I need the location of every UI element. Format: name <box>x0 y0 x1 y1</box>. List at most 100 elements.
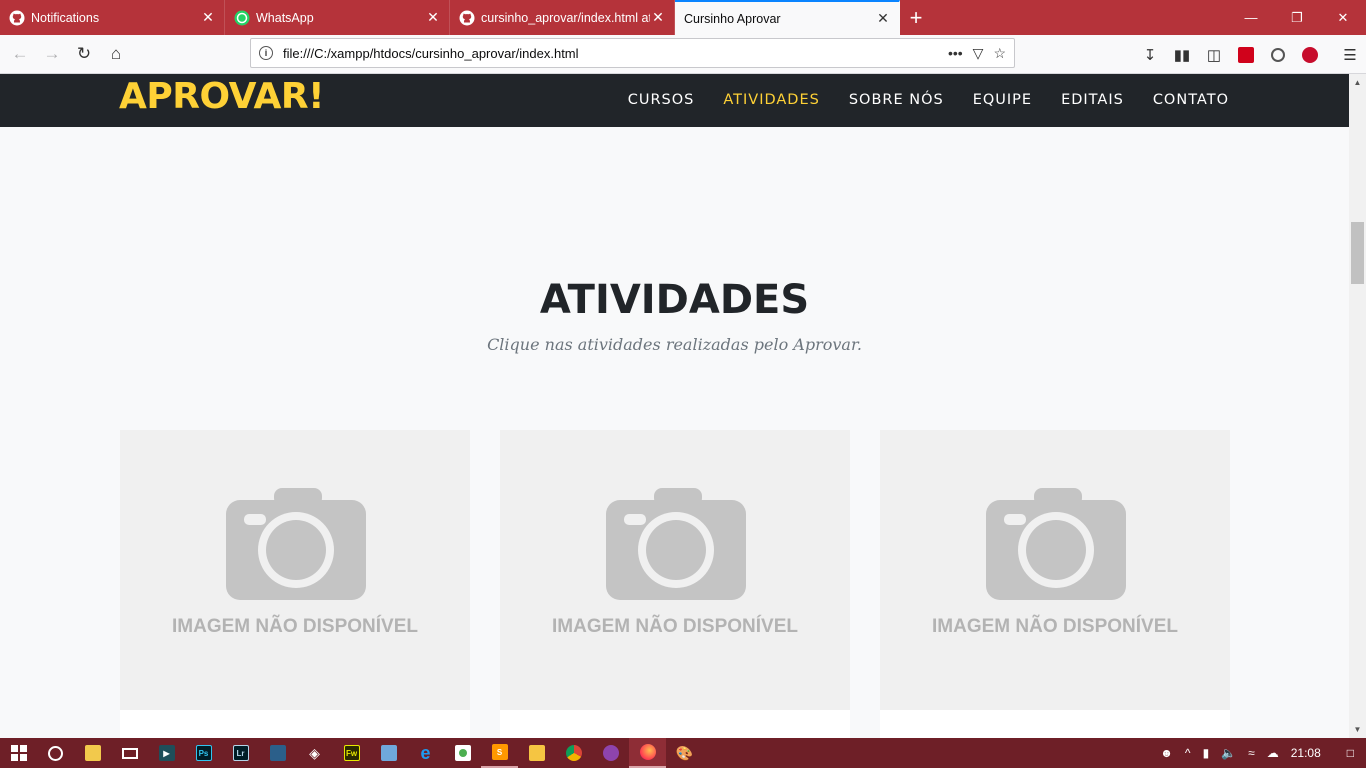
system-tray: ☻ ^ ▮ 🔈 ≈ ☁ 21:08 □ <box>1160 746 1366 760</box>
close-icon[interactable]: ✕ <box>200 9 216 26</box>
image-placeholder[interactable]: IMAGEM NÃO DISPONÍVEL <box>880 430 1230 710</box>
volume-icon[interactable]: 🔈 <box>1221 746 1236 760</box>
people-icon[interactable]: ☻ <box>1160 746 1173 760</box>
activity-card[interactable]: IMAGEM NÃO DISPONÍVEL <box>120 430 470 738</box>
battery-icon[interactable]: ▮ <box>1203 746 1210 760</box>
activity-card[interactable]: IMAGEM NÃO DISPONÍVEL <box>880 430 1230 738</box>
tab-cursinho-aprovar[interactable]: Cursinho Aprovar ✕ <box>675 0 900 35</box>
sublime-text-icon[interactable]: S <box>481 738 518 768</box>
section-title: ATIVIDADES <box>539 277 810 323</box>
windows-taskbar: ▶ Ps Lr ◈ Fw e S 🎨 ☻ ^ ▮ 🔈 ≈ ☁ 21:08 □ <box>0 738 1366 768</box>
menu-item-contato[interactable]: CONTATO <box>1153 92 1229 108</box>
notifications-icon[interactable]: □ <box>1347 746 1354 760</box>
menu-item-equipe[interactable]: EQUIPE <box>973 92 1032 108</box>
wifi-icon[interactable]: ≈ <box>1248 746 1255 760</box>
menu-icon[interactable]: ☰ <box>1334 39 1366 71</box>
camera-icon <box>606 488 746 600</box>
card-caption <box>120 710 470 738</box>
site-brand-logo[interactable]: APROVAR! <box>119 76 325 117</box>
github-icon <box>459 10 475 26</box>
purple-app-icon[interactable] <box>592 738 629 768</box>
bookmark-star-icon[interactable]: ☆ <box>993 45 1006 62</box>
menu-item-sobre-nos[interactable]: SOBRE NÓS <box>849 92 944 108</box>
camera-icon <box>226 488 366 600</box>
pocket-icon[interactable]: ▽ <box>973 45 984 62</box>
lightroom-icon[interactable]: Lr <box>222 738 259 768</box>
design-app-icon[interactable] <box>259 738 296 768</box>
new-tab-button[interactable]: + <box>900 0 932 35</box>
image-unavailable-text: IMAGEM NÃO DISPONÍVEL <box>932 616 1178 637</box>
sidebar-icon[interactable]: ◫ <box>1198 39 1230 71</box>
close-icon[interactable]: ✕ <box>650 9 666 26</box>
page-actions-icon[interactable]: ••• <box>948 45 963 61</box>
activity-card[interactable]: IMAGEM NÃO DISPONÍVEL <box>500 430 850 738</box>
edge-icon[interactable]: e <box>407 738 444 768</box>
unity-icon[interactable]: ◈ <box>296 738 333 768</box>
card-caption <box>500 710 850 738</box>
page-scrollbar[interactable]: ▲ ▼ <box>1349 74 1366 738</box>
tab-github-index[interactable]: cursinho_aprovar/index.html at ✕ <box>450 0 675 35</box>
tab-notifications[interactable]: Notifications ✕ <box>0 0 225 35</box>
section-subtitle: Clique nas atividades realizadas pelo Ap… <box>487 335 862 354</box>
forward-icon[interactable]: → <box>36 38 68 70</box>
download-icon[interactable]: ↧ <box>1134 39 1166 71</box>
image-placeholder[interactable]: IMAGEM NÃO DISPONÍVEL <box>120 430 470 710</box>
firefox-icon[interactable] <box>629 738 666 768</box>
github-icon <box>9 10 25 26</box>
tab-title: cursinho_aprovar/index.html at <box>481 10 650 25</box>
minimize-icon[interactable]: — <box>1228 0 1274 35</box>
mail-icon[interactable] <box>111 738 148 768</box>
window-close-icon[interactable]: ✕ <box>1320 0 1366 35</box>
camera-icon <box>986 488 1126 600</box>
info-icon[interactable]: i <box>259 46 273 60</box>
tab-whatsapp[interactable]: WhatsApp ✕ <box>225 0 450 35</box>
scroll-down-icon[interactable]: ▼ <box>1349 721 1366 738</box>
tab-title: Notifications <box>31 10 100 25</box>
close-icon[interactable]: ✕ <box>875 10 891 27</box>
app-green-icon[interactable] <box>444 738 481 768</box>
image-unavailable-text: IMAGEM NÃO DISPONÍVEL <box>552 616 798 637</box>
site-menu: CURSOS ATIVIDADES SOBRE NÓS EQUIPE EDITA… <box>628 92 1229 108</box>
page-viewport: APROVAR! CURSOS ATIVIDADES SOBRE NÓS EQU… <box>0 74 1349 738</box>
paint-icon[interactable]: 🎨 <box>666 738 703 768</box>
back-icon[interactable]: ← <box>4 38 36 70</box>
adblock-plus-icon[interactable] <box>1294 39 1326 71</box>
site-header: APROVAR! CURSOS ATIVIDADES SOBRE NÓS EQU… <box>0 74 1349 127</box>
terminal-icon[interactable]: ▶ <box>148 738 185 768</box>
tab-title: WhatsApp <box>256 10 314 25</box>
fireworks-icon[interactable]: Fw <box>333 738 370 768</box>
whatsapp-icon <box>234 10 250 26</box>
scroll-up-icon[interactable]: ▲ <box>1349 74 1366 91</box>
navigation-toolbar: ← → ↻ ⌂ i file:///C:/xampp/htdocs/cursin… <box>0 35 1366 74</box>
flash-extension-icon[interactable] <box>1230 39 1262 71</box>
image-unavailable-text: IMAGEM NÃO DISPONÍVEL <box>172 616 418 637</box>
library-icon[interactable]: ▮▮ <box>1166 39 1198 71</box>
reload-icon[interactable]: ↻ <box>68 38 100 70</box>
windows-start-icon[interactable] <box>0 738 37 768</box>
window-controls: — ❐ ✕ <box>1228 0 1366 35</box>
tab-title: Cursinho Aprovar <box>684 11 781 26</box>
restore-icon[interactable]: ❐ <box>1274 0 1320 35</box>
clock[interactable]: 21:08 <box>1291 746 1321 760</box>
file-explorer-icon[interactable] <box>518 738 555 768</box>
card-caption <box>880 710 1230 738</box>
close-icon[interactable]: ✕ <box>425 9 441 26</box>
url-bar[interactable]: i file:///C:/xampp/htdocs/cursinho_aprov… <box>250 38 1015 68</box>
menu-item-editais[interactable]: EDITAIS <box>1061 92 1124 108</box>
menu-item-cursos[interactable]: CURSOS <box>628 92 695 108</box>
account-extension-icon[interactable] <box>1262 39 1294 71</box>
scrollbar-thumb[interactable] <box>1351 222 1364 284</box>
toolbar-right: ↧ ▮▮ ◫ ☰ <box>1134 35 1366 74</box>
browser-tab-strip: Notifications ✕ WhatsApp ✕ cursinho_apro… <box>0 0 1366 35</box>
chrome-icon[interactable] <box>555 738 592 768</box>
image-placeholder[interactable]: IMAGEM NÃO DISPONÍVEL <box>500 430 850 710</box>
cortana-icon[interactable] <box>37 738 74 768</box>
store-icon[interactable] <box>74 738 111 768</box>
tray-chevron-icon[interactable]: ^ <box>1185 746 1191 760</box>
onedrive-icon[interactable]: ☁ <box>1267 746 1279 760</box>
photoshop-icon[interactable]: Ps <box>185 738 222 768</box>
menu-item-atividades[interactable]: ATIVIDADES <box>723 92 819 108</box>
box-app-icon[interactable] <box>370 738 407 768</box>
url-text[interactable]: file:///C:/xampp/htdocs/cursinho_aprovar… <box>283 46 948 61</box>
home-icon[interactable]: ⌂ <box>100 38 132 70</box>
